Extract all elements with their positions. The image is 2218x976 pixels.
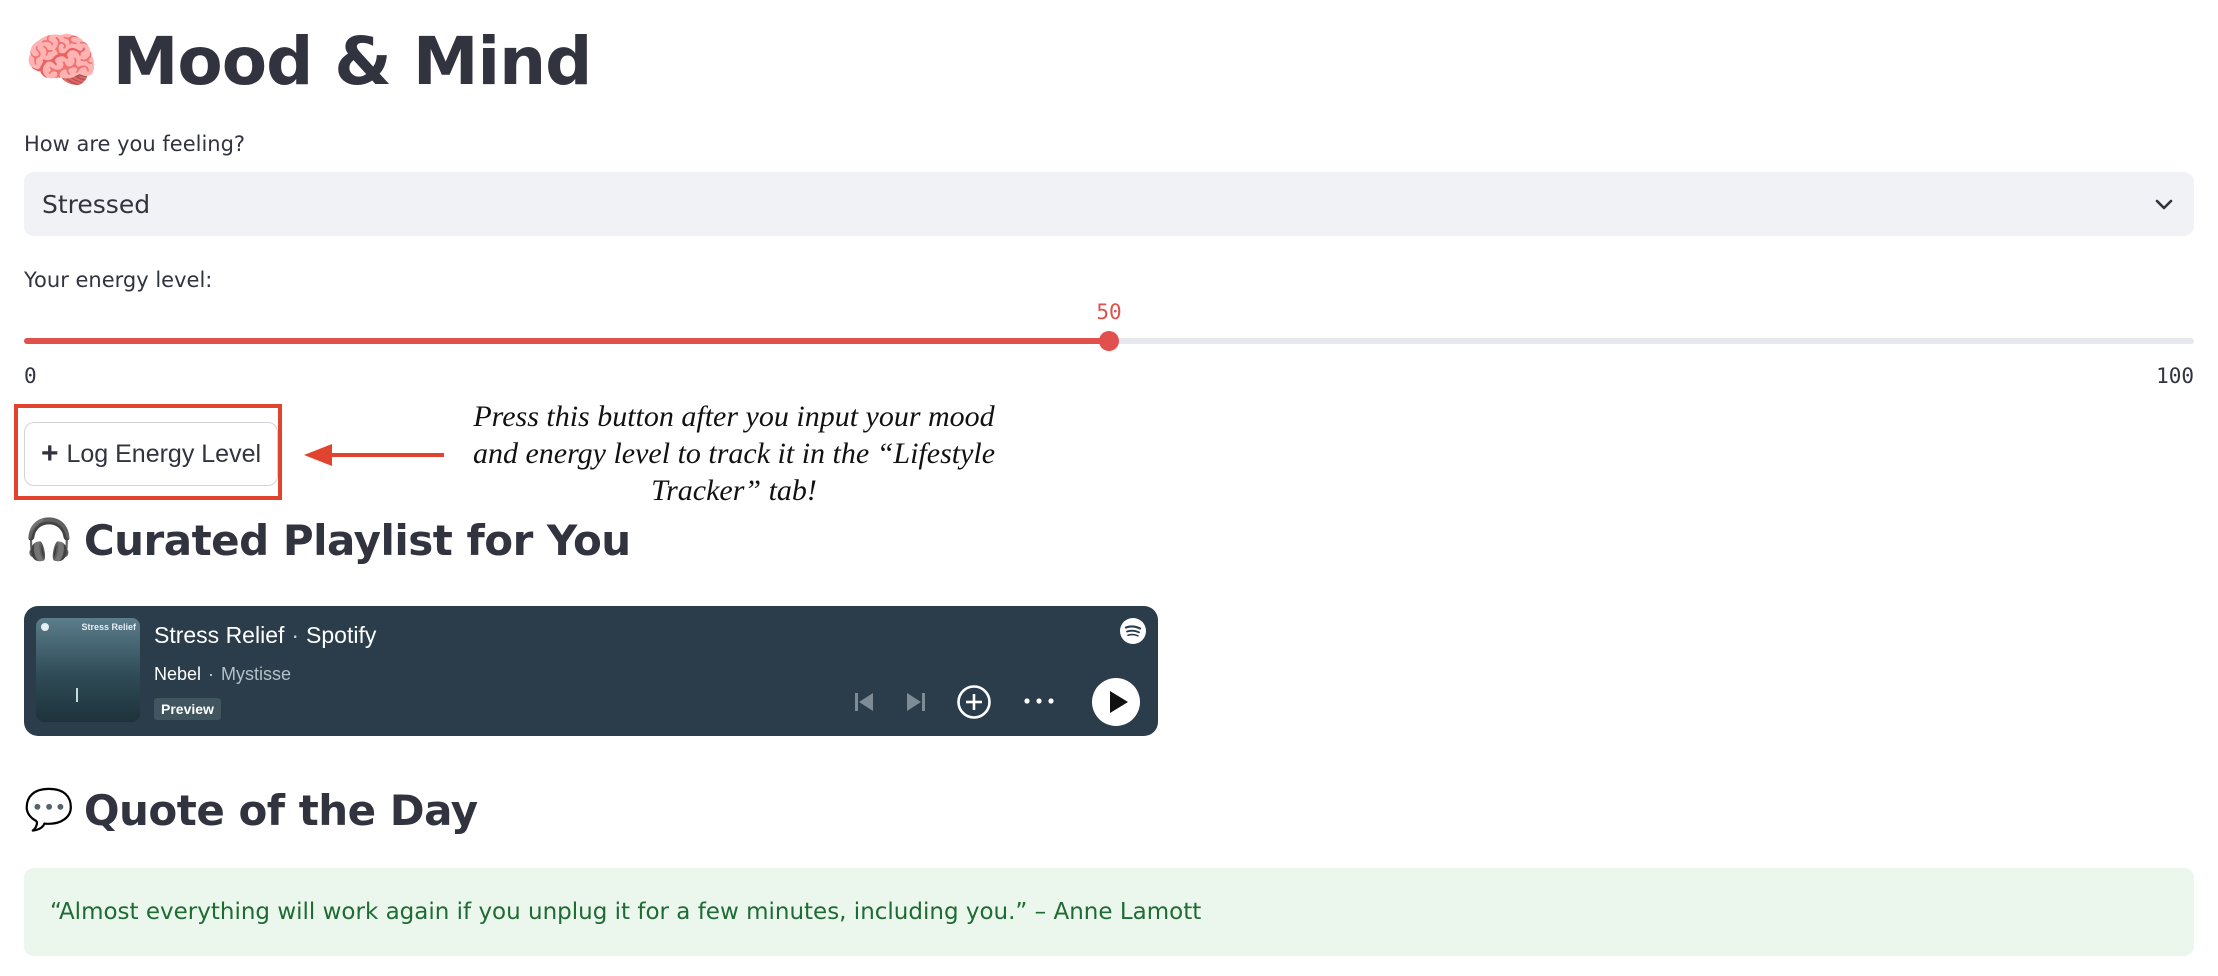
energy-slider-fill (24, 338, 1109, 344)
mood-select-value: Stressed (42, 189, 151, 219)
playlist-heading: 🎧 Curated Playlist for You (24, 512, 631, 568)
playlist-heading-text: Curated Playlist for You (83, 515, 631, 565)
quote-heading-text: Quote of the Day (83, 785, 478, 835)
track-row: Nebel · Mystisse (154, 664, 291, 685)
brain-icon: 🧠 (24, 26, 99, 96)
playlist-name[interactable]: Stress Relief (154, 622, 284, 648)
add-to-library-icon[interactable] (956, 684, 992, 720)
spotify-embed[interactable]: Stress Relief Stress Relief · Spotify Nebe… (24, 606, 1158, 736)
playlist-title-row: Stress Relief · Spotify (154, 622, 376, 649)
spotify-mini-icon (41, 623, 49, 631)
mood-label: How are you feeling? (24, 132, 246, 156)
mood-select[interactable]: Stressed (24, 172, 2194, 236)
energy-slider-min: 0 (24, 364, 37, 388)
page-title-text: Mood & Mind (112, 22, 593, 100)
cover-figure (76, 688, 78, 702)
headphones-icon: 🎧 (24, 517, 74, 563)
play-button-icon[interactable] (1092, 678, 1140, 726)
energy-slider-max: 100 (2156, 364, 2194, 388)
more-options-icon[interactable] (1022, 694, 1056, 708)
energy-slider-thumb[interactable] (1099, 331, 1119, 351)
chevron-down-icon (2155, 199, 2173, 210)
track-separator: · (208, 664, 215, 684)
speech-bubble-icon: 💬 (24, 787, 74, 833)
cover-text: Stress Relief (81, 622, 136, 632)
provider-name[interactable]: Spotify (306, 622, 376, 648)
title-separator: · (291, 622, 300, 648)
playlist-cover[interactable]: Stress Relief (36, 618, 140, 722)
quote-heading: 💬 Quote of the Day (24, 782, 478, 838)
energy-slider-value: 50 (1096, 300, 1122, 324)
log-energy-button[interactable]: + Log Energy Level (24, 422, 278, 486)
log-energy-button-label: Log Energy Level (66, 439, 262, 468)
energy-label: Your energy level: (24, 268, 213, 292)
preview-badge: Preview (154, 698, 221, 720)
artist-name[interactable]: Mystisse (221, 664, 291, 684)
skip-previous-icon[interactable] (852, 690, 876, 714)
track-name[interactable]: Nebel (154, 664, 201, 684)
quote-text: “Almost everything will work again if yo… (50, 899, 1202, 925)
quote-box: “Almost everything will work again if yo… (24, 868, 2194, 956)
skip-next-icon[interactable] (904, 690, 928, 714)
page-title: 🧠 Mood & Mind (24, 16, 593, 106)
plus-icon: + (40, 437, 59, 470)
spotify-logo-icon[interactable] (1120, 618, 1146, 644)
annotation-text: Press this button after you input your m… (472, 400, 996, 507)
app-page: 🧠 Mood & Mind How are you feeling? Stres… (14, 0, 2194, 976)
energy-slider-track[interactable] (24, 331, 2194, 351)
annotation-arrow-icon (304, 444, 444, 466)
